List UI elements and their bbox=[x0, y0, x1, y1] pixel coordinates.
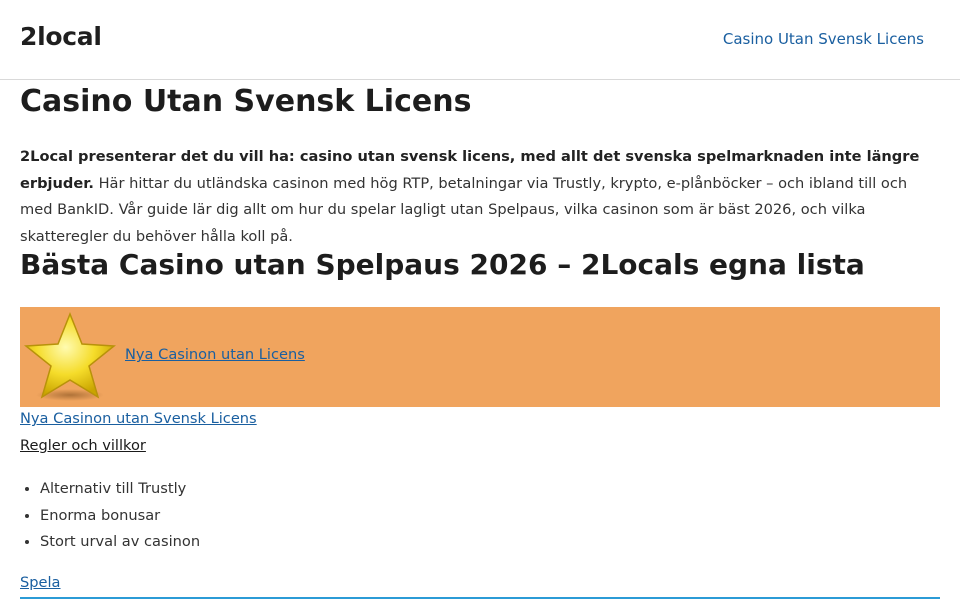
banner-link-nya-casinon[interactable]: Nya Casinon utan Licens bbox=[125, 346, 305, 363]
section-title: Bästa Casino utan Spelpaus 2026 – 2Local… bbox=[20, 248, 865, 281]
intro-paragraph: 2Local presenterar det du vill ha: casin… bbox=[20, 144, 940, 250]
star-icon bbox=[24, 311, 116, 401]
play-link[interactable]: Spela bbox=[20, 574, 61, 591]
casino-banner: Nya Casinon utan Licens bbox=[20, 307, 940, 407]
list-item: Alternativ till Trustly bbox=[40, 476, 200, 503]
divider bbox=[20, 597, 940, 599]
site-header: 2local Casino Utan Svensk Licens bbox=[0, 0, 960, 80]
nav-link-casino-utan-svensk-licens[interactable]: Casino Utan Svensk Licens bbox=[723, 30, 924, 48]
list-item: Stort urval av casinon bbox=[40, 529, 200, 556]
intro-text: Här hittar du utländska casinon med hög … bbox=[20, 174, 908, 245]
terms-link[interactable]: Regler och villkor bbox=[20, 437, 146, 454]
page-title: Casino Utan Svensk Licens bbox=[20, 84, 472, 119]
feature-list: Alternativ till Trustly Enorma bonusar S… bbox=[20, 476, 200, 556]
link-nya-casinon-utan-svensk-licens[interactable]: Nya Casinon utan Svensk Licens bbox=[20, 410, 257, 427]
list-item: Enorma bonusar bbox=[40, 503, 200, 530]
site-logo[interactable]: 2local bbox=[20, 22, 102, 51]
